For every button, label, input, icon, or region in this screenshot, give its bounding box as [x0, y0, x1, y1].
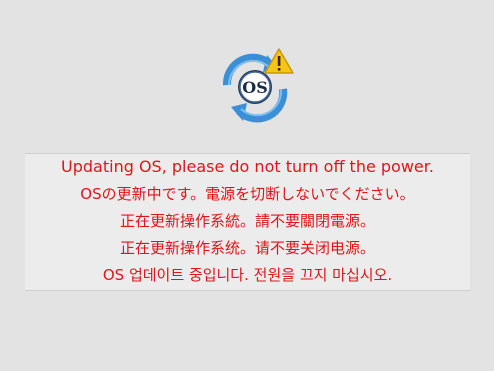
message-japanese: OSの更新中です。電源を切断しないでください。 — [80, 185, 415, 203]
warning-message-panel: Updating OS, please do not turn off the … — [25, 153, 470, 291]
message-english: Updating OS, please do not turn off the … — [61, 157, 434, 176]
os-badge-text: OS — [242, 78, 268, 97]
update-screen: OS Updating OS, please do not turn off t… — [0, 0, 494, 371]
message-korean: OS 업데이트 중입니다. 전원을 끄지 마십시오. — [102, 266, 393, 284]
os-update-icon: OS — [222, 48, 294, 123]
message-chinese-traditional: 正在更新操作系統。請不要關閉電源。 — [119, 212, 375, 230]
os-disk-icon: OS — [238, 70, 272, 104]
message-chinese-simplified: 正在更新操作系统。请不要关闭电源。 — [119, 239, 375, 257]
